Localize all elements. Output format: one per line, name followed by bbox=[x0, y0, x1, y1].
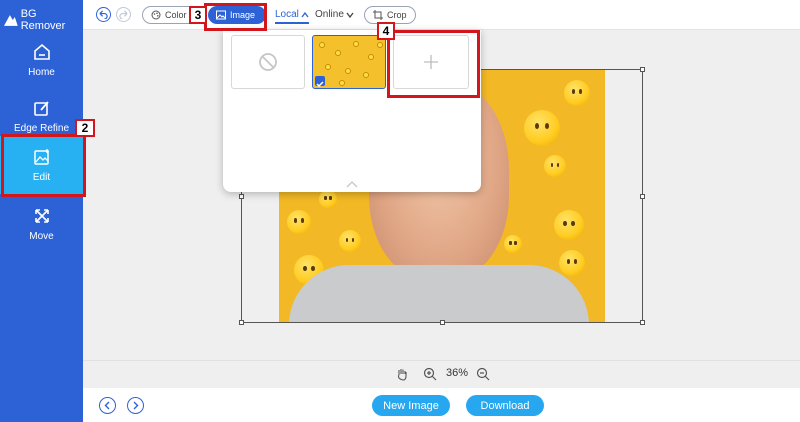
new-image-button[interactable]: New Image bbox=[372, 395, 450, 416]
zoom-out-icon bbox=[476, 367, 490, 381]
thumbnail-emoji bbox=[319, 42, 325, 48]
sidebar-item-move[interactable]: Move bbox=[0, 196, 83, 252]
thumbnail-emoji bbox=[335, 50, 341, 56]
resize-handle[interactable] bbox=[239, 194, 244, 199]
chevron-up-icon bbox=[301, 11, 309, 17]
sidebar-item-home[interactable]: Home bbox=[0, 32, 83, 88]
no-image-icon bbox=[259, 53, 277, 71]
callout-box-image bbox=[204, 3, 267, 31]
app-brand: BG Remover bbox=[4, 8, 83, 32]
zoom-in-icon bbox=[423, 367, 437, 381]
no-image-option[interactable] bbox=[231, 35, 305, 89]
tab-local[interactable]: Local bbox=[275, 9, 309, 24]
thumbnail-emoji bbox=[377, 42, 383, 48]
callout-badge-2: 2 bbox=[75, 119, 95, 137]
callout-box-add bbox=[387, 30, 480, 98]
hand-tool-button[interactable] bbox=[395, 367, 409, 381]
thumbnail-emoji bbox=[345, 68, 351, 74]
zoom-out-button[interactable] bbox=[476, 367, 490, 381]
color-label: Color bbox=[165, 10, 187, 20]
move-arrows-icon bbox=[34, 208, 49, 223]
thumbnail-emoji bbox=[339, 80, 345, 86]
download-button[interactable]: Download bbox=[466, 395, 544, 416]
sidebar-item-label: Home bbox=[28, 66, 55, 78]
thumbnail-emoji bbox=[363, 72, 369, 78]
redo-button[interactable] bbox=[116, 7, 131, 22]
hand-icon bbox=[397, 369, 407, 381]
home-icon bbox=[33, 43, 50, 60]
tab-online[interactable]: Online bbox=[315, 9, 354, 20]
thumbnail-emoji bbox=[353, 41, 359, 47]
collapse-chevron-icon[interactable] bbox=[346, 180, 358, 188]
palette-icon bbox=[151, 10, 161, 20]
sidebar-item-label: Edge Refine bbox=[13, 122, 70, 134]
emoji-background-thumbnail[interactable] bbox=[312, 35, 386, 89]
selected-checkbox bbox=[315, 76, 325, 88]
crop-icon bbox=[373, 10, 383, 20]
undo-button[interactable] bbox=[96, 7, 111, 22]
sidebar: BG Remover Home Edge Refine Edit Move bbox=[0, 0, 83, 422]
bottom-bar: New Image Download bbox=[83, 388, 800, 422]
sidebar-item-label: Move bbox=[29, 230, 54, 242]
chevron-down-icon bbox=[346, 12, 354, 18]
redo-icon bbox=[119, 10, 128, 19]
resize-handle[interactable] bbox=[239, 320, 244, 325]
previous-button[interactable] bbox=[99, 397, 116, 414]
zoom-bar: 36% bbox=[83, 360, 800, 388]
callout-badge-4: 4 bbox=[377, 22, 395, 40]
resize-handle[interactable] bbox=[640, 67, 645, 72]
callout-box-edit bbox=[1, 134, 86, 197]
app-title: BG Remover bbox=[20, 8, 66, 32]
edge-refine-icon bbox=[33, 100, 49, 116]
resize-handle[interactable] bbox=[440, 320, 445, 325]
chevron-right-icon bbox=[133, 401, 139, 410]
chevron-left-icon bbox=[104, 401, 110, 410]
zoom-in-button[interactable] bbox=[423, 367, 437, 381]
callout-badge-3: 3 bbox=[189, 6, 207, 24]
resize-handle[interactable] bbox=[640, 320, 645, 325]
zoom-level: 36% bbox=[446, 367, 469, 379]
logo-icon bbox=[4, 15, 18, 26]
tab-local-label: Local bbox=[275, 9, 299, 20]
checkmark-icon bbox=[316, 81, 324, 88]
undo-icon bbox=[99, 10, 108, 19]
resize-handle[interactable] bbox=[640, 194, 645, 199]
crop-label: Crop bbox=[387, 10, 407, 20]
thumbnail-emoji bbox=[325, 64, 331, 70]
tab-online-label: Online bbox=[315, 9, 344, 20]
thumbnail-emoji bbox=[368, 54, 374, 60]
next-button[interactable] bbox=[127, 397, 144, 414]
